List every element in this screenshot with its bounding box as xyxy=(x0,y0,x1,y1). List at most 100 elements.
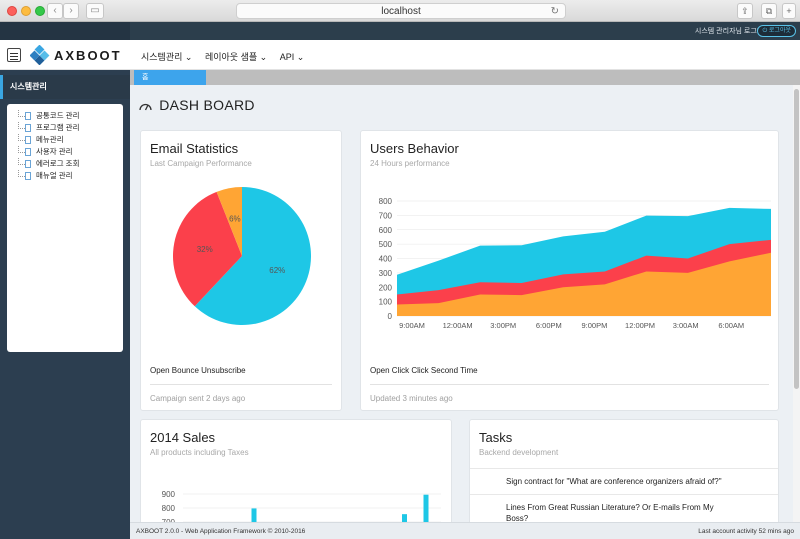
email-statistics-panel: Email Statistics Last Campaign Performan… xyxy=(140,130,342,411)
tree-item[interactable]: 프로그램 관리 xyxy=(15,122,115,134)
tree-item-label: 공통코드 관리 xyxy=(36,111,80,120)
y-tick-label: 900 xyxy=(162,490,176,499)
panel-subtitle: All products including Taxes xyxy=(150,448,249,457)
tree-item-label: 매뉴얼 관리 xyxy=(36,171,73,180)
menu-system[interactable]: 시스템관리 ⌄ xyxy=(141,50,192,63)
x-tick-label: 12:00AM xyxy=(443,321,473,330)
pie-legend: Open Bounce Unsubscribe xyxy=(150,366,246,375)
footer-copyright: AXBOOT 2.0.0 - Web Application Framework… xyxy=(136,528,306,535)
menu-api[interactable]: API ⌄ xyxy=(280,52,305,63)
sales-panel: 2014 Sales All products including Taxes … xyxy=(140,419,452,522)
sidebar-item-layout-sample[interactable]: 레이아웃 샘플 xyxy=(0,292,130,303)
users-area-chart: 0 100 200 300 400 500 600 700 800 9:00AM 12:00AM 3:… xyxy=(379,197,771,330)
document-icon xyxy=(25,148,31,156)
x-tick-label: 6:00PM xyxy=(536,321,562,330)
panel-title: Users Behavior xyxy=(370,141,459,156)
y-tick-label: 100 xyxy=(379,298,393,307)
sales-bar[interactable] xyxy=(423,494,429,522)
tab-home[interactable]: 홈 xyxy=(134,70,206,85)
menu-tree: 공통코드 관리 프로그램 관리 메뉴관리 사용자 관리 에러로그 조회 매뉴얼 … xyxy=(7,104,123,352)
y-tick-label: 500 xyxy=(379,240,393,249)
main-content: DASH BOARD Email Statistics Last Campaig… xyxy=(130,85,793,522)
panel-divider xyxy=(150,384,332,385)
back-button[interactable]: ‹ xyxy=(47,3,63,19)
document-icon xyxy=(25,160,31,168)
panel-subtitle: Backend development xyxy=(479,448,559,457)
tree-item-label: 사용자 관리 xyxy=(36,147,73,156)
main-scrollbar[interactable] xyxy=(793,85,800,522)
logo-text[interactable]: AXBOOT xyxy=(54,48,122,63)
footer-last-activity: Last account activity 52 mins ago xyxy=(698,528,794,535)
task-item[interactable]: Lines From Great Russian Literature? Or … xyxy=(506,502,736,522)
minimize-window-button[interactable] xyxy=(21,6,31,16)
menu-toggle-icon[interactable] xyxy=(7,48,21,62)
task-divider xyxy=(470,468,778,469)
x-tick-label: 3:00PM xyxy=(490,321,516,330)
tree-item[interactable]: 메뉴관리 xyxy=(15,134,115,146)
maximize-window-button[interactable] xyxy=(35,6,45,16)
y-tick-label: 0 xyxy=(388,312,393,321)
panel-title: Tasks xyxy=(479,430,513,445)
document-icon xyxy=(25,124,31,132)
y-tick-label: 400 xyxy=(379,255,393,264)
browser-toolbar: ‹ › ▭ localhost ↻ ⇪ ⧉ + xyxy=(0,0,800,22)
y-tick-label: 800 xyxy=(379,197,393,206)
tree-item-label: 프로그램 관리 xyxy=(36,123,80,132)
y-tick-label: 600 xyxy=(379,226,393,235)
sales-bar-chart: 900800700 xyxy=(162,490,441,522)
tree-item[interactable]: 공통코드 관리 xyxy=(15,110,115,122)
sidebar: 시스템관리 공통코드 관리 프로그램 관리 메뉴관리 사용자 관리 에러로그 조… xyxy=(0,70,130,539)
panel-subtitle: 24 Hours performance xyxy=(370,159,450,168)
logout-icon: ⏻ xyxy=(762,28,768,34)
page-footer: AXBOOT 2.0.0 - Web Application Framework… xyxy=(130,522,800,539)
dashboard-icon xyxy=(139,103,152,111)
tree-item[interactable]: 사용자 관리 xyxy=(15,146,115,158)
url-text: localhost xyxy=(381,6,421,17)
task-item[interactable]: Sign contract for "What are conference o… xyxy=(506,476,736,487)
sidebar-item-system[interactable]: 시스템관리 xyxy=(0,75,130,99)
reload-icon[interactable]: ↻ xyxy=(551,4,559,19)
x-tick-label: 9:00PM xyxy=(582,321,608,330)
panel-subtitle: Last Campaign Performance xyxy=(150,159,252,168)
axboot-logo xyxy=(30,45,50,65)
scrollbar-thumb[interactable] xyxy=(794,89,799,389)
x-tick-label: 9:00AM xyxy=(399,321,425,330)
tree-item-label: 메뉴관리 xyxy=(36,135,64,144)
logout-button[interactable]: ⏻ 로그아웃 xyxy=(757,25,796,37)
tab-bar: 홈 xyxy=(130,70,800,85)
panel-footer: Campaign sent 2 days ago xyxy=(150,394,246,403)
area-legend: Open Click Click Second Time xyxy=(370,366,478,375)
forward-button[interactable]: › xyxy=(63,3,79,19)
users-behavior-panel: Users Behavior 24 Hours performance 0 100… xyxy=(360,130,779,411)
top-strip-sidebar xyxy=(0,22,130,40)
tabs-icon[interactable]: ⧉ xyxy=(761,3,777,19)
tree-item[interactable]: 에러로그 조회 xyxy=(15,158,115,170)
document-icon xyxy=(25,112,31,120)
page-title-text: DASH BOARD xyxy=(159,97,255,113)
y-tick-label: 300 xyxy=(379,269,393,278)
sales-bar[interactable] xyxy=(251,508,257,522)
tree-item[interactable]: 매뉴얼 관리 xyxy=(15,170,115,182)
address-bar[interactable]: localhost ↻ xyxy=(236,3,566,19)
document-icon xyxy=(25,136,31,144)
app-header: AXBOOT 시스템관리 ⌄ 레이아웃 샘플 ⌄ API ⌄ xyxy=(0,40,800,70)
close-window-button[interactable] xyxy=(7,6,17,16)
panel-footer: Updated 3 minutes ago xyxy=(370,394,453,403)
pie-label: 32% xyxy=(197,245,213,254)
sidebar-toggle-button[interactable]: ▭ xyxy=(86,3,104,19)
share-icon[interactable]: ⇪ xyxy=(737,3,753,19)
y-tick-label: 800 xyxy=(162,504,176,513)
top-menu: 시스템관리 ⌄ 레이아웃 샘플 ⌄ API ⌄ xyxy=(141,50,314,63)
email-pie-chart: 62% 32% 6% xyxy=(173,187,311,325)
sales-bar[interactable] xyxy=(402,514,407,522)
x-tick-label: 12:00PM xyxy=(625,321,655,330)
sidebar-item-api[interactable]: API xyxy=(0,318,130,327)
menu-layout-sample[interactable]: 레이아웃 샘플 ⌄ xyxy=(205,50,267,63)
add-tab-icon[interactable]: + xyxy=(782,3,796,19)
y-tick-label: 700 xyxy=(379,211,393,220)
x-tick-label: 6:00AM xyxy=(718,321,744,330)
logout-label: 로그아웃 xyxy=(768,28,791,34)
sidebar-item-label: 시스템관리 xyxy=(10,82,47,91)
tasks-panel: Tasks Backend development Sign contract … xyxy=(469,419,779,522)
pie-label: 6% xyxy=(229,215,241,224)
